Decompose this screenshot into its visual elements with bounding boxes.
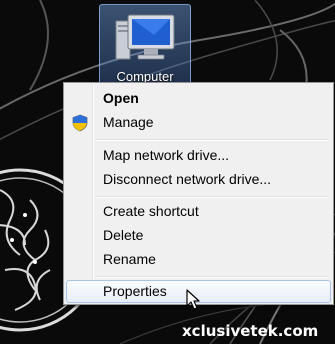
uac-shield-icon — [72, 114, 88, 132]
menu-item-create-shortcut[interactable]: Create shortcut — [66, 200, 331, 223]
menu-item-manage[interactable]: Manage — [66, 111, 331, 134]
menu-separator — [96, 196, 329, 198]
menu-separator — [96, 139, 329, 141]
menu-separator — [96, 276, 329, 278]
menu-item-label: Create shortcut — [103, 203, 199, 219]
mouse-pointer-icon — [186, 289, 200, 310]
menu-item-map-network-drive[interactable]: Map network drive... — [66, 144, 331, 167]
menu-item-label: Open — [103, 90, 139, 106]
menu-item-label: Rename — [103, 251, 156, 267]
menu-item-delete[interactable]: Delete — [66, 224, 331, 247]
menu-item-label: Map network drive... — [103, 147, 230, 163]
menu-item-label: Delete — [103, 227, 144, 243]
context-menu: Open Manage Map network drive... Disconn… — [63, 82, 334, 305]
menu-item-open[interactable]: Open — [66, 87, 331, 110]
computer-desktop-icon[interactable]: Computer — [99, 4, 191, 86]
watermark-text: xclusivetek.com — [182, 322, 319, 340]
computer-icon — [115, 14, 175, 60]
menu-item-label: Properties — [103, 283, 167, 299]
menu-item-label: Manage — [103, 114, 154, 130]
menu-item-disconnect-network-drive[interactable]: Disconnect network drive... — [66, 168, 331, 191]
menu-item-rename[interactable]: Rename — [66, 248, 331, 271]
menu-item-label: Disconnect network drive... — [103, 171, 272, 187]
